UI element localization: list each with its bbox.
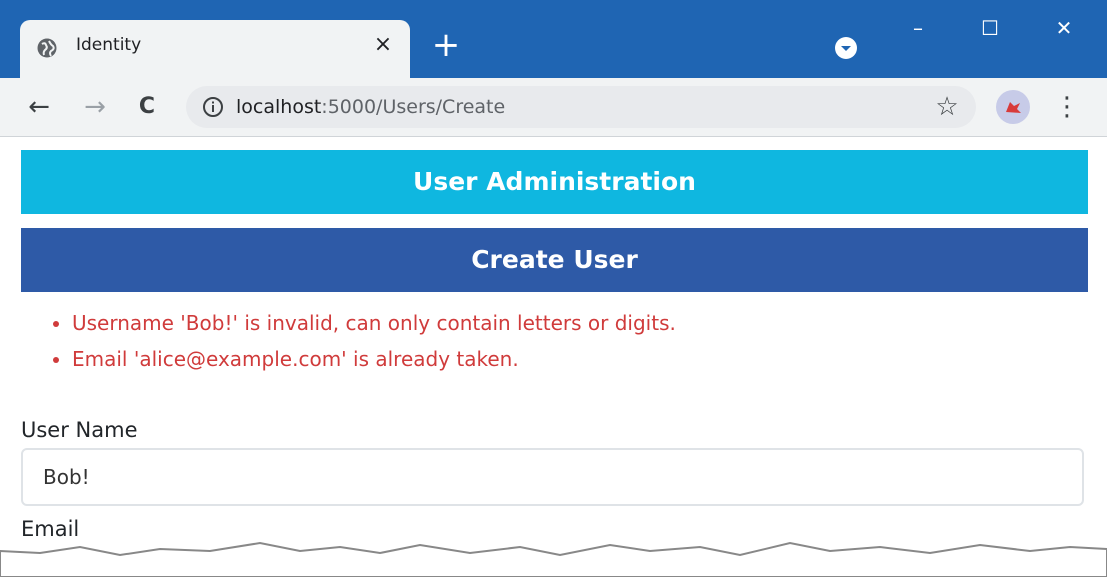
maximize-button[interactable]: ☐ (970, 10, 1010, 46)
url-text: localhost:5000/Users/Create (236, 96, 505, 118)
validation-errors: Username 'Bob!' is invalid, can only con… (46, 305, 676, 377)
browser-tab[interactable]: Identity × (20, 20, 410, 78)
username-label: User Name (21, 418, 138, 442)
browser-title-bar: Identity × + – ☐ ✕ (0, 0, 1107, 78)
close-window-button[interactable]: ✕ (1044, 10, 1084, 46)
profile-avatar[interactable] (996, 90, 1030, 124)
tab-close-icon[interactable]: × (370, 32, 396, 58)
forward-icon[interactable]: → (78, 90, 112, 124)
browser-toolbar: ← → C localhost:5000/Users/Create ☆ ⋮ (0, 78, 1107, 137)
info-icon[interactable] (202, 96, 224, 118)
bookmark-star-icon[interactable]: ☆ (930, 90, 964, 124)
url-host: localhost (236, 96, 322, 118)
page-content: User Administration Create User Username… (0, 137, 1107, 577)
url-path: :5000/Users/Create (321, 96, 506, 118)
back-icon[interactable]: ← (22, 90, 56, 124)
tab-title: Identity (76, 35, 142, 55)
torn-edge (0, 541, 1107, 577)
username-input[interactable]: Bob! (21, 448, 1084, 506)
page-header: User Administration (21, 150, 1088, 214)
new-tab-button[interactable]: + (430, 28, 462, 62)
tab-search-icon[interactable] (834, 36, 858, 60)
minimize-button[interactable]: – (898, 10, 938, 46)
section-title: Create User (21, 228, 1088, 292)
reload-icon[interactable]: C (130, 90, 164, 124)
browser-menu-icon[interactable]: ⋮ (1054, 90, 1080, 124)
error-item: Email 'alice@example.com' is already tak… (72, 341, 676, 377)
address-bar[interactable]: localhost:5000/Users/Create (186, 86, 976, 128)
bird-icon (1006, 102, 1021, 113)
globe-icon (37, 38, 57, 58)
error-item: Username 'Bob!' is invalid, can only con… (72, 305, 676, 341)
